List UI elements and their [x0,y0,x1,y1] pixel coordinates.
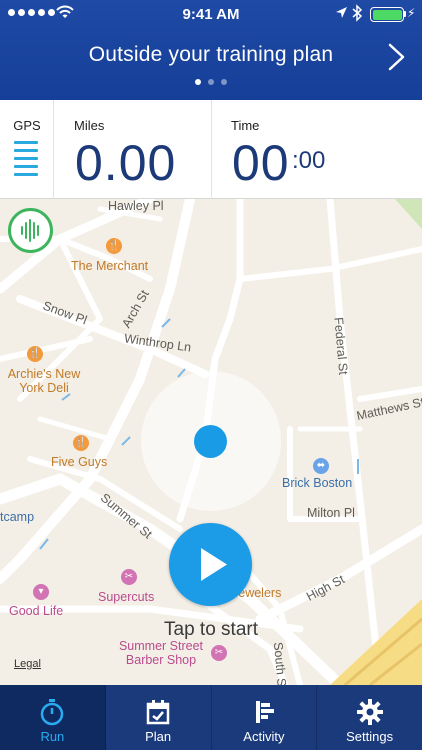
bluetooth-icon [352,4,363,22]
gps-label: GPS [13,118,41,133]
calendar-icon [146,700,170,725]
tab-plan[interactable]: Plan [106,685,212,750]
miles-label: Miles [74,118,105,133]
time-label: Time [231,118,260,133]
stats-bar: GPS Miles 0.00 Time 00 :00 [0,100,422,199]
legal-link[interactable]: Legal [14,658,41,670]
play-icon [201,548,227,581]
time-stat: Time 00 :00 [212,100,422,199]
miles-value: 0.00 [75,135,177,191]
map-view[interactable]: Hawley Pl Arch St Snow Pl Winthrop Ln Fe… [0,199,422,685]
place-label[interactable]: The Merchant [71,259,148,273]
location-arrow-icon [336,7,347,18]
page-dot [195,79,201,85]
place-label[interactable]: Archie's New York Deli [0,367,88,395]
gear-icon [356,699,383,725]
audio-cues-button[interactable] [8,208,53,253]
miles-stat: Miles 0.00 [54,100,212,199]
header: 9:41 AM ⚡ Outside your training plan [0,0,422,100]
street-label: Milton Pl [307,506,355,520]
place-label[interactable]: Brick Boston [282,476,352,490]
tap-to-start-hint: Tap to start [164,619,258,640]
street-label: Hawley Pl [108,199,164,213]
tab-bar: Run Plan Activity Settings [0,685,422,750]
battery-icon [370,7,404,22]
battery-tip [404,11,406,17]
restaurant-icon[interactable]: 🍴 [27,346,43,362]
gps-indicator: GPS [0,100,54,199]
page-indicator[interactable] [0,79,422,85]
activity-icon [255,701,274,723]
fitness-icon[interactable]: ⬌ [313,458,329,474]
tab-label: Plan [145,729,172,744]
audio-wave-icon [21,219,39,242]
restaurant-icon[interactable]: 🍴 [106,238,122,254]
page-dot [221,79,227,85]
salon-icon[interactable]: ✂ [211,645,227,661]
charging-bolt-icon: ⚡ [407,6,416,20]
restaurant-icon[interactable]: 🍴 [73,435,89,451]
plan-title: Outside your training plan [88,43,334,66]
salon-icon[interactable]: ✂ [121,569,137,585]
gps-signal-icon [14,141,38,181]
tab-run[interactable]: Run [0,685,106,750]
tab-settings[interactable]: Settings [317,685,422,750]
place-label[interactable]: Summer Street Barber Shop [113,639,209,667]
tab-label: Run [40,729,65,744]
place-label[interactable]: Good Life [9,604,63,618]
current-location-dot [194,425,227,458]
place-label[interactable]: Five Guys [51,455,107,469]
shopping-icon[interactable]: ▾ [33,584,49,600]
chevron-right-icon[interactable] [386,42,408,72]
status-bar: 9:41 AM ⚡ [0,0,422,28]
stopwatch-icon [41,699,64,726]
tab-activity[interactable]: Activity [212,685,318,750]
tab-label: Activity [243,729,285,744]
tab-label: Settings [346,729,394,744]
place-label[interactable]: Supercuts [98,590,154,604]
app-screen: 9:41 AM ⚡ Outside your training plan GPS [0,0,422,750]
time-seconds: :00 [292,147,326,174]
place-label[interactable]: tcamp [0,510,34,524]
start-run-button[interactable] [169,523,252,606]
time-minutes: 00 [232,135,290,191]
page-dot [208,79,214,85]
